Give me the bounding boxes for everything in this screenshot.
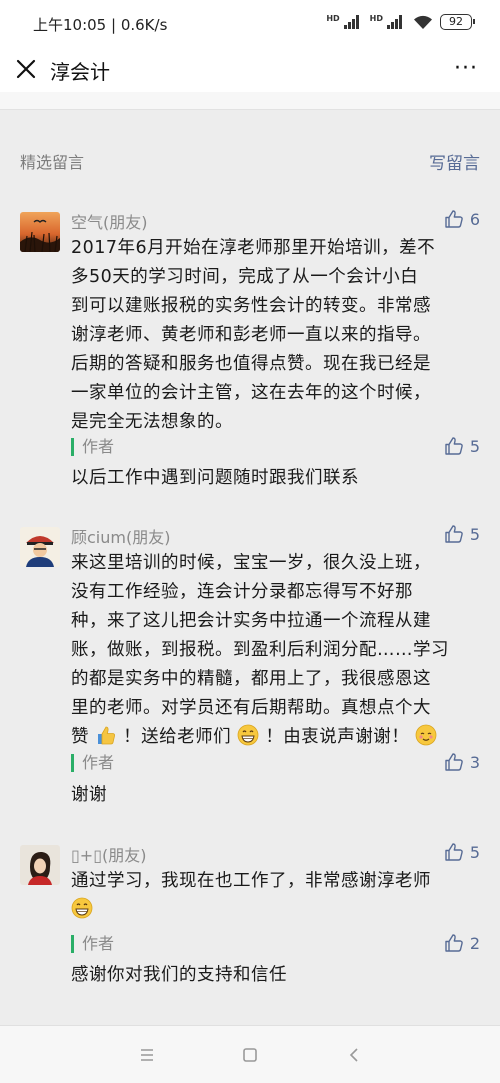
avatar[interactable] [20, 527, 60, 567]
comment-line: 的都是实务中的精髓，都用上了，我很感恩这 [71, 669, 431, 689]
comment-line: 2017年6月开始在淳老师那里开始培训，差不 [71, 238, 436, 258]
comment-line: 到可以建账报税的实务性会计的转变。非常感 [71, 296, 431, 316]
thumbs-up-icon [445, 753, 463, 771]
comment-line: 没有工作经验，连会计分录都忘得写不好那 [71, 582, 413, 602]
section-title: 精选留言 [20, 153, 85, 172]
like-button[interactable]: 5 [444, 524, 480, 544]
like-count: 5 [469, 524, 480, 544]
comment-text: 来这里培训的时候，宝宝一岁，很久没上班， 没有工作经验，连会计分录都忘得写不好那… [71, 549, 480, 752]
comment-text-part: 赞 [71, 727, 89, 747]
thumbs-up-icon [445, 934, 463, 952]
header-divider [0, 92, 500, 110]
system-nav-bar [0, 1025, 500, 1083]
comment-line: 通过学习，我现在也工作了，非常感谢淳老师 [71, 871, 431, 891]
author-like-button[interactable]: 3 [444, 752, 480, 772]
author-reply: 谢谢 [71, 785, 107, 805]
like-count: 5 [469, 436, 480, 456]
author-like-button[interactable]: 2 [444, 933, 480, 953]
author-reply: 以后工作中遇到问题随时跟我们联系 [71, 468, 359, 488]
comment-line: 里的老师。对学员还有后期帮助。真想点个大 [71, 698, 431, 718]
signal-icon-2 [387, 15, 406, 29]
title-bar: 淳会计 ··· [0, 46, 500, 92]
thumbs-up-icon [445, 437, 463, 455]
comments-header: 精选留言 写留言 [20, 149, 480, 174]
menu-icon[interactable] [135, 1043, 159, 1067]
thumbs-up-icon [445, 210, 463, 228]
comment-text: 2017年6月开始在淳老师那里开始培训，差不 多50天的学习时间，完成了从一个会… [71, 234, 480, 437]
like-count: 2 [469, 933, 480, 953]
comment-line: 后期的答疑和服务也值得点赞。现在我已经是 [71, 354, 431, 374]
comment-line: 种，来了这儿把会计实务中拉通一个流程从建 [71, 611, 431, 631]
status-time-speed: 上午10:05 | 0.6K/s [33, 16, 168, 34]
comment-line: 来这里培训的时候，宝宝一岁，很久没上班， [71, 553, 431, 573]
comment-text: 通过学习，我现在也工作了，非常感谢淳老师 [71, 867, 480, 925]
comment-nickname: ▯+▯(朋友) [71, 846, 147, 865]
comment-line-emoji [71, 896, 480, 925]
like-button[interactable]: 6 [444, 209, 480, 229]
comment-line: 账，做账，到报税。到盈利后利润分配……学习 [71, 640, 449, 660]
comment-line: 一家单位的会计主管，这在去年的这个时候， [71, 383, 431, 403]
signal-icon [343, 15, 363, 29]
hd-icon: HD [326, 14, 340, 23]
battery-icon: 92 [440, 14, 475, 30]
author-tag: 作者 [71, 438, 114, 456]
home-icon[interactable] [238, 1043, 262, 1067]
like-count: 3 [469, 752, 480, 772]
comment-nickname: 空气(朋友) [71, 213, 148, 232]
grin-emoji-icon [237, 724, 259, 746]
comment-line: 谢淳老师、黄老师和彭老师一直以来的指导。 [71, 325, 431, 345]
comment-text-part: ！由衷说声谢谢！ [265, 727, 410, 747]
page-title: 淳会计 [50, 60, 110, 84]
author-like-button[interactable]: 5 [444, 436, 480, 456]
shy-smile-emoji-icon [415, 724, 437, 746]
comment-line: 多50天的学习时间，完成了从一个会计小白 [71, 267, 419, 287]
author-reply: 感谢你对我们的支持和信任 [71, 965, 287, 985]
comment-text-part: ！送给老师们 [123, 727, 232, 747]
more-icon[interactable]: ··· [454, 56, 478, 81]
back-icon[interactable] [343, 1043, 367, 1067]
comment-line-last: 赞 ！送给老师们 ！由衷说声谢谢！ [71, 723, 480, 752]
grin-emoji-icon [71, 897, 93, 919]
like-count: 5 [469, 842, 480, 862]
comment-nickname: 顾cium(朋友) [71, 528, 171, 547]
wifi-icon [414, 15, 432, 29]
author-tag: 作者 [71, 754, 114, 772]
avatar[interactable] [20, 845, 60, 885]
comment-line: 是完全无法想象的。 [71, 412, 233, 432]
write-comment-link[interactable]: 写留言 [429, 149, 480, 174]
status-icons: HD HD 92 [326, 14, 475, 30]
status-bar: 上午10:05 | 0.6K/s HD HD 92 [0, 0, 500, 46]
hd-icon-2: HD [369, 14, 383, 23]
thumbs-up-icon [445, 525, 463, 543]
thumbs-up-emoji-icon [98, 726, 116, 745]
like-count: 6 [469, 209, 480, 229]
close-icon[interactable] [14, 57, 38, 81]
author-tag: 作者 [71, 935, 114, 953]
like-button[interactable]: 5 [444, 842, 480, 862]
avatar[interactable] [20, 212, 60, 252]
thumbs-up-icon [445, 843, 463, 861]
